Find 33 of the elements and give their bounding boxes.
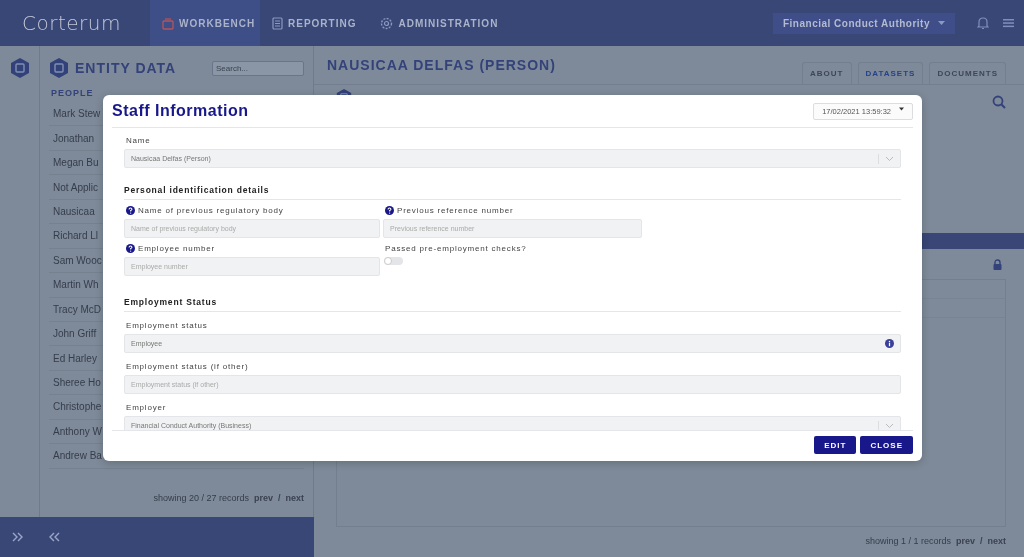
- field-label: Employee number: [138, 244, 215, 253]
- tab[interactable]: DATASETS: [857, 62, 924, 84]
- organisation-dropdown[interactable]: Financial Conduct Authority: [773, 12, 955, 34]
- nav-tab[interactable]: WORKBENCH: [150, 0, 260, 46]
- field-label: Passed pre-employment checks?: [385, 244, 527, 253]
- search-field[interactable]: Search...: [212, 60, 304, 76]
- separator-text: /: [277, 492, 281, 503]
- dialog-button[interactable]: EDIT: [814, 436, 857, 454]
- section-heading: Employment Status: [124, 284, 901, 312]
- field-label: Employment status: [126, 321, 208, 330]
- field-label: Employment status (if other): [126, 362, 249, 371]
- nav-tab[interactable]: REPORTING: [260, 0, 369, 46]
- dialog-title: Staff Information: [112, 102, 249, 120]
- group-heading: PEOPLE: [51, 88, 95, 98]
- record-count: showing 1 / 1 records: [865, 536, 951, 546]
- separator-text: /: [979, 536, 983, 546]
- field-label: Previous reference number: [397, 206, 514, 215]
- section-heading: Personal identification details: [124, 172, 901, 200]
- field-label: Name: [126, 136, 151, 145]
- dialog-button[interactable]: CLOSE: [860, 436, 913, 454]
- tab[interactable]: ABOUT: [802, 62, 852, 84]
- field-label: Employer: [126, 403, 167, 412]
- field-label: Name of previous regulatory body: [138, 206, 284, 215]
- prev-link[interactable]: prev: [955, 536, 975, 546]
- panel-title: ENTITY DATA: [75, 60, 177, 76]
- nav-tab[interactable]: ADMINISTRATION: [368, 0, 511, 46]
- next-link[interactable]: next: [285, 492, 304, 503]
- entity-title: NAUSICAA DELFAS (PERSON): [327, 57, 556, 73]
- next-link[interactable]: next: [987, 536, 1006, 546]
- tab[interactable]: DOCUMENTS: [929, 62, 1006, 84]
- logo-text[interactable]: Corterum: [0, 11, 150, 35]
- prev-link[interactable]: prev: [253, 492, 273, 503]
- record-count: showing 20 / 27 records: [153, 492, 249, 503]
